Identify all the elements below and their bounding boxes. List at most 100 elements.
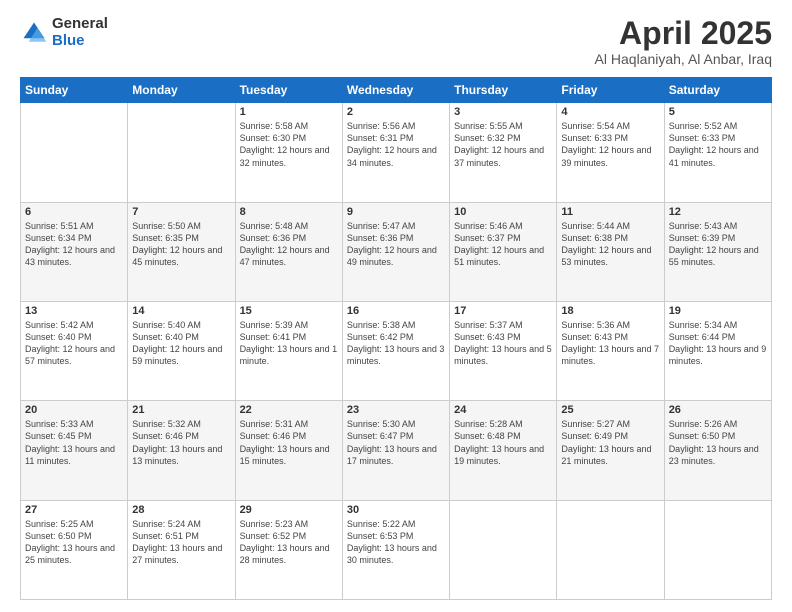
calendar-cell: 5 Sunrise: 5:52 AMSunset: 6:33 PMDaylight… <box>664 103 771 202</box>
day-number: 5 <box>669 106 767 118</box>
logo-icon <box>20 19 48 47</box>
day-number: 23 <box>347 404 445 416</box>
day-number: 24 <box>454 404 552 416</box>
calendar-cell: 28 Sunrise: 5:24 AMSunset: 6:51 PMDayligh… <box>128 500 235 599</box>
day-info: Sunrise: 5:40 AMSunset: 6:40 PMDaylight:… <box>132 319 230 368</box>
day-number: 19 <box>669 305 767 317</box>
day-info: Sunrise: 5:44 AMSunset: 6:38 PMDaylight:… <box>561 220 659 269</box>
calendar-cell: 3 Sunrise: 5:55 AMSunset: 6:32 PMDaylight… <box>450 103 557 202</box>
calendar-cell: 7 Sunrise: 5:50 AMSunset: 6:35 PMDaylight… <box>128 202 235 301</box>
day-info: Sunrise: 5:33 AMSunset: 6:45 PMDaylight:… <box>25 418 123 467</box>
calendar-cell: 18 Sunrise: 5:36 AMSunset: 6:43 PMDayligh… <box>557 301 664 400</box>
calendar-cell <box>664 500 771 599</box>
day-number: 30 <box>347 504 445 516</box>
day-number: 11 <box>561 206 659 218</box>
day-info: Sunrise: 5:50 AMSunset: 6:35 PMDaylight:… <box>132 220 230 269</box>
calendar-cell: 25Sunrise: 5:27 AMSunset: 6:49 PMDayligh… <box>557 401 664 500</box>
calendar-cell: 27 Sunrise: 5:25 AMSunset: 6:50 PMDayligh… <box>21 500 128 599</box>
day-info: Sunrise: 5:30 AMSunset: 6:47 PMDaylight:… <box>347 418 445 467</box>
day-info: Sunrise: 5:46 AMSunset: 6:37 PMDaylight:… <box>454 220 552 269</box>
calendar-table: SundayMondayTuesdayWednesdayThursdayFrid… <box>20 77 772 600</box>
calendar-day-header: Sunday <box>21 78 128 103</box>
day-info: Sunrise: 5:36 AMSunset: 6:43 PMDaylight:… <box>561 319 659 368</box>
calendar-cell: 6Sunrise: 5:51 AMSunset: 6:34 PMDaylight… <box>21 202 128 301</box>
day-info: Sunrise: 5:48 AMSunset: 6:36 PMDaylight:… <box>240 220 338 269</box>
day-info: Sunrise: 5:22 AMSunset: 6:53 PMDaylight:… <box>347 518 445 567</box>
day-number: 29 <box>240 504 338 516</box>
day-info: Sunrise: 5:34 AMSunset: 6:44 PMDaylight:… <box>669 319 767 368</box>
day-info: Sunrise: 5:26 AMSunset: 6:50 PMDaylight:… <box>669 418 767 467</box>
logo-general-text: General <box>52 16 108 33</box>
day-info: Sunrise: 5:55 AMSunset: 6:32 PMDaylight:… <box>454 120 552 169</box>
calendar-cell: 14 Sunrise: 5:40 AMSunset: 6:40 PMDayligh… <box>128 301 235 400</box>
title-area: April 2025 Al Haqlaniyah, Al Anbar, Iraq <box>595 16 772 67</box>
logo-blue-text: Blue <box>52 33 108 50</box>
day-number: 7 <box>132 206 230 218</box>
day-number: 21 <box>132 404 230 416</box>
day-info: Sunrise: 5:31 AMSunset: 6:46 PMDaylight:… <box>240 418 338 467</box>
location: Al Haqlaniyah, Al Anbar, Iraq <box>595 51 772 67</box>
day-info: Sunrise: 5:28 AMSunset: 6:48 PMDaylight:… <box>454 418 552 467</box>
day-info: Sunrise: 5:54 AMSunset: 6:33 PMDaylight:… <box>561 120 659 169</box>
calendar-week-row: 6Sunrise: 5:51 AMSunset: 6:34 PMDaylight… <box>21 202 772 301</box>
calendar-cell: 22 Sunrise: 5:31 AMSunset: 6:46 PMDayligh… <box>235 401 342 500</box>
day-number: 13 <box>25 305 123 317</box>
day-number: 9 <box>347 206 445 218</box>
calendar-week-row: 20 Sunrise: 5:33 AMSunset: 6:45 PMDayligh… <box>21 401 772 500</box>
calendar-day-header: Tuesday <box>235 78 342 103</box>
calendar-week-row: 27 Sunrise: 5:25 AMSunset: 6:50 PMDayligh… <box>21 500 772 599</box>
day-number: 22 <box>240 404 338 416</box>
calendar-cell <box>450 500 557 599</box>
calendar-cell: 16 Sunrise: 5:38 AMSunset: 6:42 PMDayligh… <box>342 301 449 400</box>
day-number: 18 <box>561 305 659 317</box>
calendar-cell: 29Sunrise: 5:23 AMSunset: 6:52 PMDayligh… <box>235 500 342 599</box>
calendar-day-header: Wednesday <box>342 78 449 103</box>
calendar-cell: 12 Sunrise: 5:43 AMSunset: 6:39 PMDayligh… <box>664 202 771 301</box>
calendar-cell <box>557 500 664 599</box>
day-number: 16 <box>347 305 445 317</box>
day-number: 28 <box>132 504 230 516</box>
day-number: 3 <box>454 106 552 118</box>
calendar-week-row: 13 Sunrise: 5:42 AMSunset: 6:40 PMDayligh… <box>21 301 772 400</box>
day-number: 2 <box>347 106 445 118</box>
calendar-cell: 19 Sunrise: 5:34 AMSunset: 6:44 PMDayligh… <box>664 301 771 400</box>
logo-text: General Blue <box>52 16 108 49</box>
day-number: 6 <box>25 206 123 218</box>
calendar-cell: 13 Sunrise: 5:42 AMSunset: 6:40 PMDayligh… <box>21 301 128 400</box>
day-number: 8 <box>240 206 338 218</box>
calendar-day-header: Friday <box>557 78 664 103</box>
calendar-cell: 4Sunrise: 5:54 AMSunset: 6:33 PMDaylight… <box>557 103 664 202</box>
day-info: Sunrise: 5:25 AMSunset: 6:50 PMDaylight:… <box>25 518 123 567</box>
calendar-cell <box>21 103 128 202</box>
calendar-cell: 15 Sunrise: 5:39 AMSunset: 6:41 PMDayligh… <box>235 301 342 400</box>
calendar-cell: 26Sunrise: 5:26 AMSunset: 6:50 PMDayligh… <box>664 401 771 500</box>
calendar-cell: 21 Sunrise: 5:32 AMSunset: 6:46 PMDayligh… <box>128 401 235 500</box>
calendar-cell: 24 Sunrise: 5:28 AMSunset: 6:48 PMDayligh… <box>450 401 557 500</box>
day-info: Sunrise: 5:52 AMSunset: 6:33 PMDaylight:… <box>669 120 767 169</box>
day-info: Sunrise: 5:32 AMSunset: 6:46 PMDaylight:… <box>132 418 230 467</box>
day-info: Sunrise: 5:27 AMSunset: 6:49 PMDaylight:… <box>561 418 659 467</box>
calendar-cell: 20 Sunrise: 5:33 AMSunset: 6:45 PMDayligh… <box>21 401 128 500</box>
calendar-day-header: Monday <box>128 78 235 103</box>
day-info: Sunrise: 5:38 AMSunset: 6:42 PMDaylight:… <box>347 319 445 368</box>
day-info: Sunrise: 5:42 AMSunset: 6:40 PMDaylight:… <box>25 319 123 368</box>
day-number: 20 <box>25 404 123 416</box>
calendar-cell: 2 Sunrise: 5:56 AMSunset: 6:31 PMDaylight… <box>342 103 449 202</box>
day-number: 10 <box>454 206 552 218</box>
day-info: Sunrise: 5:39 AMSunset: 6:41 PMDaylight:… <box>240 319 338 368</box>
day-number: 15 <box>240 305 338 317</box>
day-number: 12 <box>669 206 767 218</box>
calendar-cell: 9 Sunrise: 5:47 AMSunset: 6:36 PMDaylight… <box>342 202 449 301</box>
month-title: April 2025 <box>595 16 772 51</box>
calendar-cell: 1Sunrise: 5:58 AMSunset: 6:30 PMDaylight… <box>235 103 342 202</box>
day-info: Sunrise: 5:24 AMSunset: 6:51 PMDaylight:… <box>132 518 230 567</box>
calendar-day-header: Saturday <box>664 78 771 103</box>
day-info: Sunrise: 5:43 AMSunset: 6:39 PMDaylight:… <box>669 220 767 269</box>
calendar-cell: 10 Sunrise: 5:46 AMSunset: 6:37 PMDayligh… <box>450 202 557 301</box>
calendar-cell: 11 Sunrise: 5:44 AMSunset: 6:38 PMDayligh… <box>557 202 664 301</box>
day-number: 1 <box>240 106 338 118</box>
day-number: 14 <box>132 305 230 317</box>
day-info: Sunrise: 5:47 AMSunset: 6:36 PMDaylight:… <box>347 220 445 269</box>
day-info: Sunrise: 5:56 AMSunset: 6:31 PMDaylight:… <box>347 120 445 169</box>
day-number: 27 <box>25 504 123 516</box>
